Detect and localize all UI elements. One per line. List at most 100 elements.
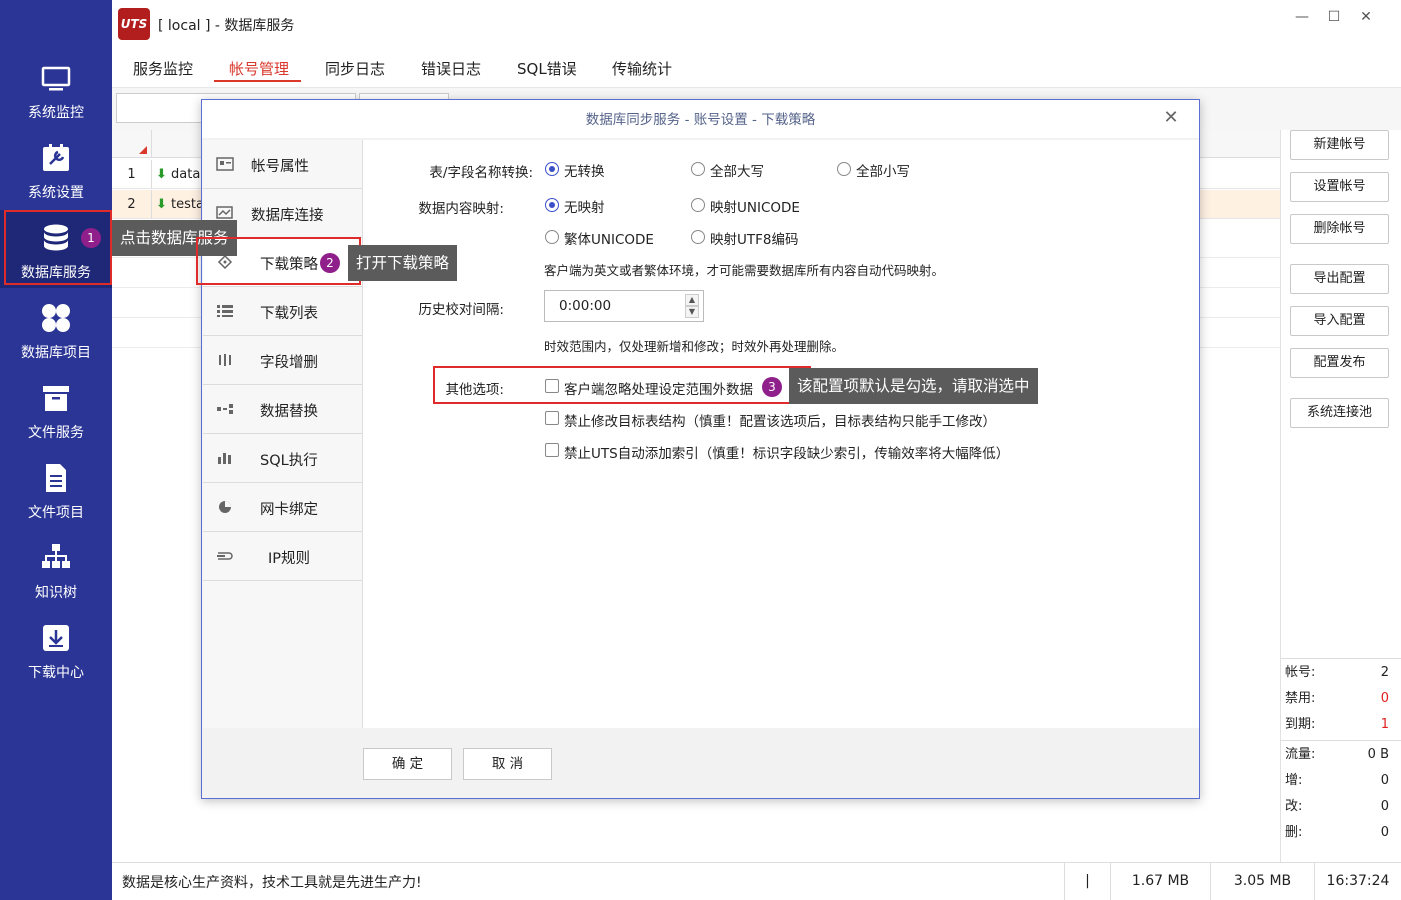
stats-divider — [1281, 740, 1401, 741]
menu-item-data-replace[interactable]: 数据替换 — [203, 385, 363, 434]
nav-item-settings[interactable]: 系统设置 — [0, 130, 112, 208]
replace-icon — [217, 404, 233, 414]
radio-map-utf8[interactable] — [691, 230, 705, 244]
radio-traditional-unicode[interactable] — [545, 230, 559, 244]
radio-label: 无转换 — [564, 164, 605, 180]
bar-icon — [218, 453, 231, 464]
tooltip-step-2: 打开下载策略 — [348, 245, 458, 281]
strategy-panel: 表/字段名称转换: 无转换 全部大写 全部小写 数据内容映射: 无映射 映射UN… — [362, 140, 1199, 728]
menu-item-ip-rule[interactable]: IP规则 — [203, 532, 363, 581]
tab-service-monitor[interactable]: 服务监控 — [133, 58, 193, 79]
history-note: 时效范围内，仅处理新增和修改；时效外再处理删除。 — [544, 339, 845, 354]
status-memory-2: 3.05 MB — [1210, 863, 1314, 900]
radio-uppercase[interactable] — [691, 162, 705, 176]
stat-update: 改: 0 — [1285, 799, 1389, 814]
nav-item-knowledge[interactable]: 知识树 — [0, 530, 112, 608]
nav-item-monitor[interactable]: 系统监控 — [0, 50, 112, 128]
menu-item-field-edit[interactable]: 字段增删 — [203, 336, 363, 385]
checkbox-no-alter-table[interactable] — [545, 411, 559, 425]
new-account-button[interactable]: 新建帐号 — [1290, 130, 1389, 160]
menu-item-sql-exec[interactable]: SQL执行 — [203, 434, 363, 483]
pie-icon — [219, 501, 231, 513]
set-account-button[interactable]: 设置帐号 — [1290, 172, 1389, 202]
publish-config-button[interactable]: 配置发布 — [1290, 348, 1389, 378]
document-icon — [46, 464, 66, 492]
active-tab-underline — [214, 80, 301, 82]
list-icon — [217, 305, 233, 317]
tab-sync-log[interactable]: 同步日志 — [325, 58, 385, 79]
highlight-db-service — [4, 210, 112, 285]
menu-label: 下载列表 — [260, 306, 318, 322]
maximize-button[interactable]: ☐ — [1322, 9, 1346, 29]
nav-item-download[interactable]: 下载中心 — [0, 610, 112, 688]
spin-down-icon[interactable]: ▼ — [685, 306, 699, 318]
settings-dialog: 数据库同步服务 - 账号设置 - 下载策略 ✕ 帐号属性 数据库连接 下载策略 … — [201, 99, 1200, 799]
delete-account-button[interactable]: 删除帐号 — [1290, 214, 1389, 244]
stat-expired: 到期: 1 — [1285, 717, 1389, 732]
down-arrow-icon: ⬇ — [156, 197, 167, 212]
radio-label: 无映射 — [564, 200, 605, 216]
row-name: ⬇ data — [156, 160, 200, 189]
status-memory-1: 1.67 MB — [1110, 863, 1210, 900]
rule-icon — [217, 552, 233, 560]
menu-item-nic-binding[interactable]: 网卡绑定 — [203, 483, 363, 532]
radio-label: 全部大写 — [710, 164, 764, 180]
radio-label: 映射UNICODE — [710, 200, 800, 216]
grid-corner[interactable] — [112, 130, 152, 158]
radio-lowercase[interactable] — [837, 162, 851, 176]
row-name: ⬇ testa — [156, 190, 204, 219]
stat-delete: 删: 0 — [1285, 825, 1389, 840]
cancel-button[interactable]: 取 消 — [463, 748, 552, 780]
tab-account-management[interactable]: 帐号管理 — [229, 58, 289, 79]
checkbox-label: 禁止修改目标表结构（慎重！配置该选项后，目标表结构只能手工修改） — [564, 414, 996, 430]
radio-map-unicode[interactable] — [691, 198, 705, 212]
radio-no-conversion[interactable] — [545, 162, 559, 176]
connection-pool-button[interactable]: 系统连接池 — [1290, 398, 1389, 428]
ok-button[interactable]: 确 定 — [363, 748, 452, 780]
dialog-close-icon[interactable]: ✕ — [1161, 108, 1181, 128]
stat-traffic: 流量: 0 B — [1285, 747, 1389, 762]
stat-accounts: 帐号: 2 — [1285, 665, 1389, 680]
menu-item-download-list[interactable]: 下载列表 — [203, 287, 363, 336]
stats-divider — [1281, 658, 1401, 659]
row-number: 1 — [112, 160, 152, 189]
main-tabs: 服务监控 帐号管理 同步日志 错误日志 SQL错误 传输统计 — [112, 46, 1401, 88]
import-config-button[interactable]: 导入配置 — [1290, 306, 1389, 336]
history-interval-spinner[interactable]: 0:00:00 ▲ ▼ — [544, 290, 704, 322]
card-icon — [216, 157, 234, 171]
name-conversion-label: 表/字段名称转换: — [429, 165, 533, 181]
columns-icon — [219, 354, 231, 366]
nav-label: 下载中心 — [28, 665, 84, 681]
tab-sql-error[interactable]: SQL错误 — [517, 58, 577, 79]
radio-no-mapping[interactable] — [545, 198, 559, 212]
tree-icon — [42, 544, 70, 568]
nav-item-file-project[interactable]: 文件项目 — [0, 450, 112, 528]
history-interval-label: 历史校对间隔: — [418, 302, 504, 318]
menu-label: 帐号属性 — [251, 159, 309, 175]
nav-item-db-project[interactable]: 数据库项目 — [0, 290, 112, 368]
step-badge-3: 3 — [762, 377, 782, 397]
tab-error-log[interactable]: 错误日志 — [421, 58, 481, 79]
tab-transfer-stats[interactable]: 传输统计 — [612, 58, 672, 79]
title-bar: UTS [ local ] - 数据库服务 — ☐ ✕ — [112, 0, 1401, 46]
settings-icon — [43, 144, 69, 171]
nav-label: 数据库项目 — [21, 345, 91, 361]
download-icon — [43, 625, 69, 651]
checkbox-label: 禁止UTS自动添加索引（慎重！标识字段缺少索引，传输效率将大幅降低） — [564, 446, 1010, 462]
minimize-button[interactable]: — — [1290, 9, 1314, 29]
menu-label: IP规则 — [268, 551, 311, 567]
spin-up-icon[interactable]: ▲ — [685, 294, 699, 306]
menu-item-account-props[interactable]: 帐号属性 — [203, 140, 363, 189]
export-config-button[interactable]: 导出配置 — [1290, 264, 1389, 294]
checkbox-no-auto-index[interactable] — [545, 443, 559, 457]
step-badge-1: 1 — [81, 228, 101, 248]
mapping-note: 客户端为英文或者繁体环境，才可能需要数据库所有内容自动代码映射。 — [544, 263, 945, 278]
status-message: 数据是核心生产资料，技术工具就是先进生产力! — [122, 875, 422, 891]
connection-icon — [216, 206, 233, 219]
app-logo: UTS — [118, 8, 150, 40]
menu-label: SQL执行 — [260, 453, 318, 469]
nav-item-file-service[interactable]: 文件服务 — [0, 370, 112, 448]
history-interval-value: 0:00:00 — [559, 298, 612, 314]
close-button[interactable]: ✕ — [1354, 9, 1378, 29]
folder-icon — [43, 386, 69, 411]
